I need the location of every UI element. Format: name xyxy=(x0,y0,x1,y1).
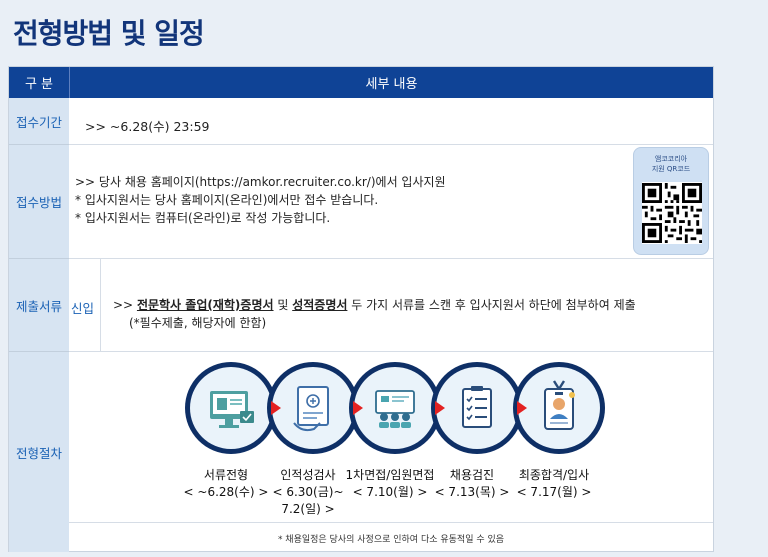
qr-code-card[interactable]: 앰코코리아 지원 QR코드 xyxy=(633,147,709,255)
row-divider xyxy=(69,351,713,352)
interview-icon xyxy=(375,390,415,428)
table-header: 구 분 세부 내용 xyxy=(9,67,713,98)
qr-code-icon xyxy=(642,182,702,244)
documents-line-1: >> 전문학사 졸업(재학)증명서 및 성적증명서 두 가지 서류를 스캔 후 … xyxy=(113,296,636,314)
header-details: 세부 내용 xyxy=(69,67,713,98)
arrow-icon xyxy=(353,401,363,415)
document-transcript: 성적증명서 xyxy=(292,298,348,312)
row-divider xyxy=(69,258,713,259)
recruitment-table: 구 분 세부 내용 접수기간 >> ~6.28(수) 23:59 접수방법 >>… xyxy=(8,66,714,552)
header-category: 구 분 xyxy=(24,77,54,92)
row-divider xyxy=(69,144,713,145)
arrow-icon xyxy=(517,401,527,415)
documents-suffix: 두 가지 서류를 스캔 후 입사지원서 하단에 첨부하여 제출 xyxy=(347,298,636,312)
qr-caption: 앰코코리아 지원 QR코드 xyxy=(634,154,708,174)
checklist-icon xyxy=(462,386,492,428)
method-line-3: * 입사지원서는 컴퓨터(온라인)로 작성 가능합니다. xyxy=(75,211,331,225)
computer-document-icon xyxy=(210,391,254,428)
step-date-2: 7.2(일) > xyxy=(281,502,335,516)
documents-prefix: >> xyxy=(113,298,137,312)
qr-caption-line-1: 앰코코리아 xyxy=(654,155,688,163)
qr-caption-line-2: 지원 QR코드 xyxy=(651,165,691,173)
id-badge-icon xyxy=(544,380,575,430)
documents-and: 및 xyxy=(273,298,293,312)
method-line-2: * 입사지원서는 당사 홈페이지(온라인)에서만 접수 받습니다. xyxy=(75,193,379,207)
column-divider xyxy=(100,259,101,352)
arrow-icon xyxy=(435,401,445,415)
document-certificate: 전문학사 졸업(재학)증명서 xyxy=(136,298,274,312)
label-period: 접수기간 xyxy=(9,98,69,145)
label-newcomer: 신입 xyxy=(71,301,95,316)
step-name: 최종합격/입사 xyxy=(518,468,590,482)
aptitude-test-icon xyxy=(293,386,329,432)
step-date: < 7.17(월) > xyxy=(516,485,592,499)
method-line-1: >> 당사 채용 홈페이지(https://amkor.recruiter.co… xyxy=(75,175,446,189)
page-title: 전형방법 및 일정 xyxy=(13,17,205,50)
step-label-5: 최종합격/입사 < 7.17(월) > xyxy=(499,467,609,501)
documents-note: (*필수제출, 해당자에 한함) xyxy=(129,316,267,330)
label-method: 접수방법 xyxy=(9,145,69,259)
arrow-icon xyxy=(271,401,281,415)
period-text: >> ~6.28(수) 23:59 xyxy=(85,119,210,134)
label-documents: 제출서류 xyxy=(9,259,69,352)
step-circle-1 xyxy=(185,362,277,454)
label-process: 전형절차 xyxy=(9,352,69,552)
schedule-note: * 채용일정은 당사의 사정으로 인하여 다소 유동적일 수 있음 xyxy=(277,534,505,545)
